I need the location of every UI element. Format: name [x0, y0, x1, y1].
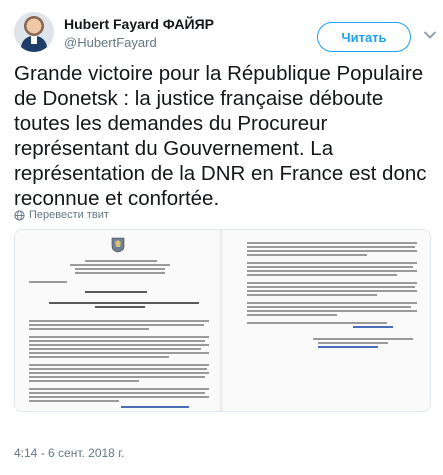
- doc-line: [247, 274, 397, 276]
- doc-line: [85, 291, 147, 293]
- doc-line: [29, 320, 209, 322]
- translate-tweet-link[interactable]: Перевести твит: [14, 209, 109, 221]
- doc-line: [29, 388, 209, 390]
- globe-icon: [14, 209, 25, 221]
- doc-line: [247, 306, 411, 308]
- doc-line: [95, 306, 145, 308]
- user-handle[interactable]: @HubertFayard: [64, 35, 157, 50]
- doc-line: [29, 364, 209, 366]
- doc-line: [247, 294, 377, 296]
- doc-line: [29, 396, 209, 398]
- doc-line: [247, 242, 417, 244]
- doc-line: [75, 268, 165, 270]
- doc-line: [247, 310, 417, 312]
- tweet-text: Grande victoire pour la République Popul…: [14, 62, 427, 210]
- tweet-media-image[interactable]: [14, 229, 431, 412]
- document-page-right: [223, 230, 430, 411]
- doc-line: [29, 356, 169, 358]
- follow-button[interactable]: Читать: [317, 22, 411, 52]
- doc-line: [247, 314, 337, 316]
- avatar[interactable]: [14, 12, 54, 52]
- doc-line: [318, 342, 388, 344]
- doc-line: [247, 246, 415, 248]
- doc-line: [29, 336, 209, 338]
- doc-line: [29, 324, 204, 326]
- doc-line: [247, 262, 417, 264]
- doc-line: [29, 368, 207, 370]
- doc-line: [247, 266, 413, 268]
- doc-line: [313, 338, 413, 340]
- document-page-left: [15, 230, 220, 411]
- doc-line: [70, 264, 170, 266]
- doc-line: [29, 328, 149, 330]
- tweet-header: Hubert Fayard ФАЙЯР @HubertFayard Читать: [14, 10, 436, 54]
- avatar-collar: [31, 36, 37, 44]
- doc-line: [49, 302, 199, 304]
- doc-line: [29, 352, 209, 354]
- doc-line: [247, 282, 417, 284]
- doc-line: [29, 348, 201, 350]
- translate-label: Перевести твит: [29, 209, 109, 221]
- doc-line: [29, 340, 205, 342]
- doc-line: [29, 372, 209, 374]
- doc-line: [29, 281, 67, 283]
- coat-of-arms-icon: [111, 237, 125, 253]
- doc-line: [318, 346, 378, 348]
- doc-line: [247, 302, 417, 304]
- doc-line: [29, 392, 205, 394]
- doc-line: [29, 380, 139, 382]
- doc-line: [353, 326, 393, 328]
- doc-line: [247, 270, 417, 272]
- user-name[interactable]: Hubert Fayard ФАЙЯР: [64, 16, 214, 32]
- doc-line: [247, 290, 417, 292]
- doc-line: [247, 254, 367, 256]
- doc-line: [247, 322, 387, 324]
- doc-line: [29, 376, 205, 378]
- doc-line: [75, 272, 165, 274]
- doc-line: [247, 286, 415, 288]
- tweet-timestamp[interactable]: 4:14 - 6 сент. 2018 г.: [14, 446, 124, 460]
- doc-line: [29, 400, 119, 402]
- chevron-down-icon[interactable]: [423, 28, 437, 42]
- doc-line: [247, 250, 417, 252]
- doc-line: [85, 260, 157, 262]
- doc-line: [29, 344, 209, 346]
- doc-line: [121, 406, 189, 408]
